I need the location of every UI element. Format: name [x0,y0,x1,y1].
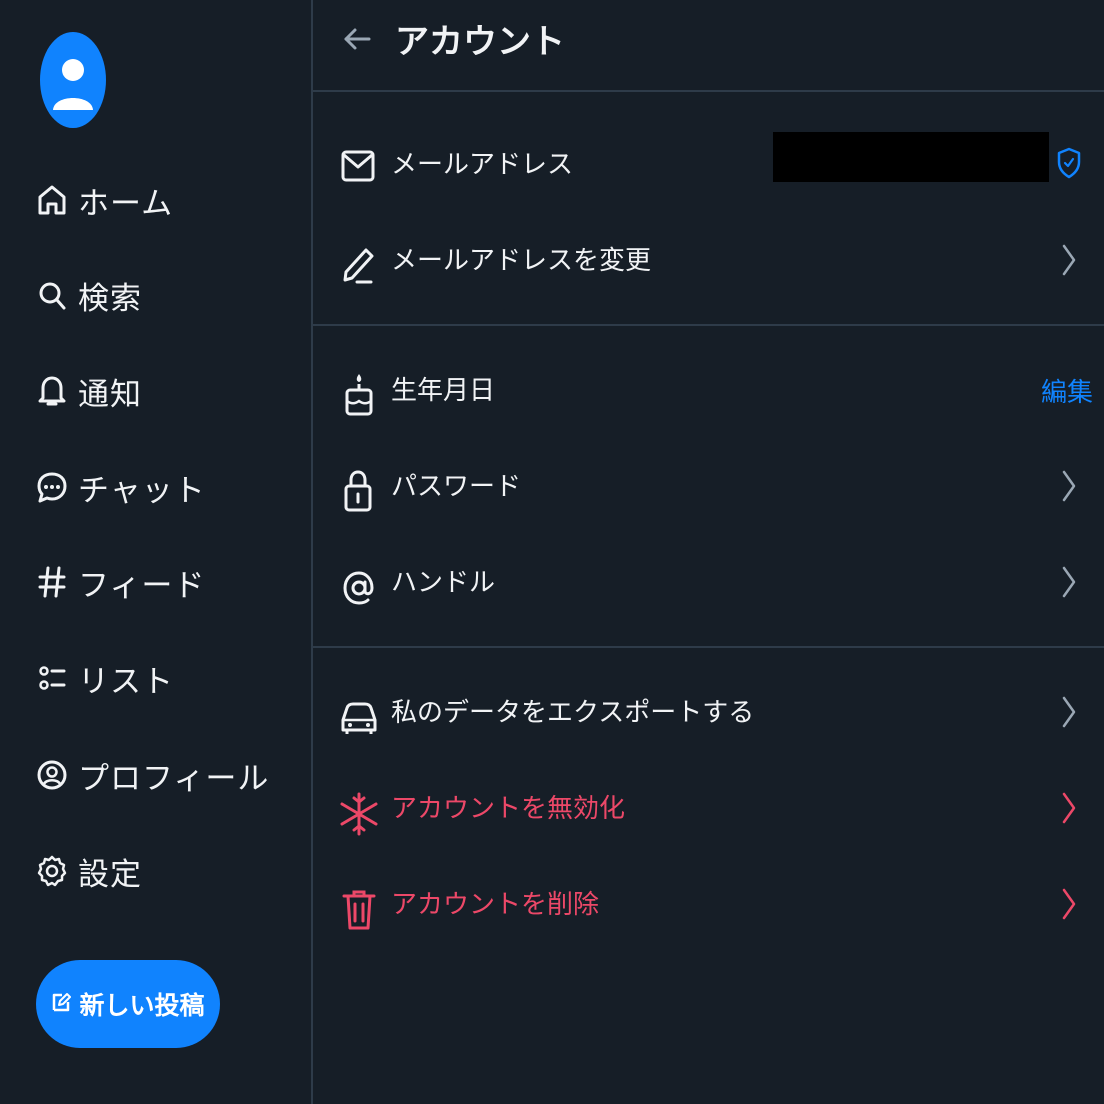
mail-icon [339,146,379,186]
handle-label: ハンドル [391,568,496,598]
search-icon [36,279,68,311]
sidebar-item-label: フィード [78,567,206,604]
chevron-right-icon [1059,790,1079,826]
sidebar-item-label: プロフィール [78,760,270,797]
deactivate-account-label: アカウントを無効化 [391,794,626,824]
delete-account-label: アカウントを削除 [391,890,600,920]
home-icon [36,184,68,216]
chevron-right-icon [1059,886,1079,922]
hash-icon [36,566,68,598]
new-post-button[interactable]: 新しい投稿 [36,960,220,1048]
delete-account-row[interactable]: アカウントを削除 [313,856,1104,952]
divider [313,646,1104,648]
chevron-right-icon [1059,242,1079,278]
deactivate-account-row[interactable]: アカウントを無効化 [313,760,1104,856]
sidebar-item-home[interactable]: ホーム [36,170,173,230]
back-arrow-icon[interactable] [341,22,375,56]
birthday-label: 生年月日 [391,376,496,406]
sidebar-item-lists[interactable]: リスト [36,648,174,708]
birthday-row: 生年月日 [313,342,1104,438]
sidebar-item-search[interactable]: 検索 [36,265,142,325]
email-label: メールアドレス [391,150,574,180]
profile-icon [36,759,68,791]
lock-icon [339,468,379,512]
car-icon [339,694,379,734]
sidebar-item-label: 設定 [78,856,142,893]
verified-shield-icon [1056,146,1082,180]
avatar[interactable] [40,32,106,128]
sidebar-item-label: 通知 [78,376,142,413]
birthday-edit-link[interactable]: 編集 [1041,372,1093,409]
change-email-row[interactable]: メールアドレスを変更 [313,212,1104,308]
gear-icon [36,855,68,887]
export-data-row[interactable]: 私のデータをエクスポートする [313,664,1104,760]
sidebar-item-label: リスト [78,663,174,700]
sidebar-item-settings[interactable]: 設定 [36,841,142,901]
account-settings-panel: アカウント メールアドレス メールアドレスを変更 生年月日 編集 パスワード ハ… [313,0,1104,1104]
list-icon [36,662,68,694]
cake-icon [339,372,379,416]
compose-icon [51,991,72,1017]
password-label: パスワード [391,472,522,502]
chat-icon [36,471,68,503]
at-sign-icon [339,564,379,605]
sidebar-item-profile[interactable]: プロフィール [36,745,269,805]
chevron-right-icon [1059,694,1079,730]
sidebar-item-label: 検索 [78,280,142,317]
pencil-icon [339,242,379,284]
password-row[interactable]: パスワード [313,438,1104,534]
snowflake-icon [339,790,379,836]
chevron-right-icon [1059,564,1079,600]
page-title: アカウント [395,22,565,62]
chevron-right-icon [1059,468,1079,504]
email-value-redacted [773,132,1049,182]
divider [313,324,1104,326]
sidebar-item-label: ホーム [78,185,174,222]
sidebar-item-feeds[interactable]: フィード [36,552,205,612]
sidebar-item-chat[interactable]: チャット [36,457,206,517]
sidebar-item-notifications[interactable]: 通知 [36,361,142,421]
user-avatar-icon [53,59,93,110]
export-data-label: 私のデータをエクスポートする [391,698,755,728]
change-email-label: メールアドレスを変更 [391,246,652,276]
new-post-label: 新しい投稿 [79,991,205,1020]
page-header: アカウント [313,0,1104,90]
trash-icon [339,886,379,930]
bell-icon [36,375,68,407]
sidebar: ホーム 検索 通知 チャット フィード リスト プロフィール 設定 新しい投稿 [0,0,312,1104]
divider [313,90,1104,92]
handle-row[interactable]: ハンドル [313,534,1104,630]
sidebar-item-label: チャット [78,472,206,509]
